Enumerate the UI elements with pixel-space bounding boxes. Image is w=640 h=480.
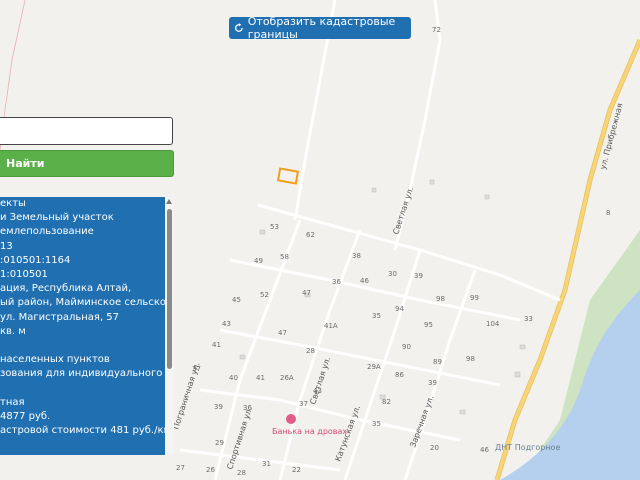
house-number-label: 53 [270, 223, 279, 231]
house-number-label: 31 [262, 460, 271, 468]
info-value: ый район, Майминское сельское [0, 297, 165, 309]
info-row: ация, Республика Алтай, [0, 282, 165, 296]
info-row: ул. Магистральная, 57 [0, 311, 165, 325]
house-number-label: 41А [324, 322, 338, 330]
house-number-label: 20 [430, 444, 439, 452]
house-number-label: 41 [212, 341, 221, 349]
house-number-label: 40 [229, 374, 238, 382]
info-value: населенных пунктов [0, 354, 110, 366]
info-row: и Земельный участок [0, 211, 165, 225]
info-row: 4877 руб. [0, 410, 165, 424]
house-number-label: 94 [395, 305, 404, 313]
info-row: 13 [0, 240, 165, 254]
info-row: :010501:1164 [0, 254, 165, 268]
find-button-label: Найти [6, 157, 45, 170]
info-panel-scrollbar[interactable] [165, 197, 174, 455]
info-row: ый район, Майминское сельское [0, 296, 165, 310]
info-row: зования для индивидуального [0, 367, 165, 381]
house-number-label: 82 [382, 398, 391, 406]
info-value: зования [0, 368, 43, 380]
info-panel: екты и Земельный участок емлепользование 13… [0, 197, 165, 455]
house-number-label: 90 [402, 343, 411, 351]
info-value: ул. Магистральная, 57 [0, 311, 120, 323]
house-number-label: 35 [372, 420, 381, 428]
info-row: екты [0, 197, 165, 211]
house-number-label: 38 [352, 252, 361, 260]
refresh-icon [235, 23, 243, 32]
info-value: астровой стоимости [0, 425, 111, 437]
house-number-label: 35 [372, 312, 381, 320]
cadastral-button-label: Отобразить кадастровые границы [247, 15, 396, 41]
house-number-label: 58 [280, 253, 289, 261]
house-number-label: 52 [260, 291, 269, 299]
house-number-label: 36 [332, 278, 341, 286]
house-number-label: 41 [256, 374, 265, 382]
house-number-label: 86 [395, 371, 404, 379]
info-row: тная [0, 396, 165, 410]
house-number-label: 98 [436, 295, 445, 303]
house-number-label: 46 [360, 277, 369, 285]
house-number-label: 39 [214, 403, 223, 411]
scroll-thumb[interactable] [167, 209, 172, 369]
house-number-label: 89 [433, 358, 442, 366]
info-value: ация, Республика Алтай, [0, 283, 132, 295]
info-row [0, 382, 165, 396]
info-row: астровой стоимости 481 руб./кв. [0, 424, 165, 438]
house-number-label: 47 [302, 289, 311, 297]
info-value: 481 руб./кв. [110, 425, 165, 437]
info-value: 1:010501 [0, 269, 48, 281]
house-number-label: 30 [388, 270, 397, 278]
house-number-label: 98 [466, 355, 475, 363]
house-number-label: 37 [299, 400, 308, 408]
info-row [0, 339, 165, 353]
info-value: емлепользование [0, 226, 94, 238]
house-number-label: 27 [176, 464, 185, 472]
info-value: 4877 руб. [0, 411, 51, 423]
house-number-label: 47 [278, 329, 287, 337]
house-number-label: 46 [480, 446, 489, 454]
house-number-label: 99 [470, 294, 479, 302]
scroll-up-icon[interactable] [166, 199, 172, 204]
info-value: :010501:1164 [0, 254, 71, 266]
poi-sauna-icon[interactable] [286, 414, 296, 424]
house-number-label: 45 [232, 296, 241, 304]
house-number-label: 26 [206, 466, 215, 474]
house-number-label: 39 [414, 272, 423, 280]
info-row: кв. м [0, 325, 165, 339]
show-cadastral-boundaries-button[interactable]: Отобразить кадастровые границы [229, 15, 411, 41]
info-row: 1:010501 [0, 268, 165, 282]
poi-label: ДНТ Подгорное [495, 443, 560, 452]
house-number-label: 22 [292, 466, 301, 474]
house-number-label: 43 [222, 320, 231, 328]
find-button[interactable]: Найти [0, 150, 174, 177]
info-value: Земельный участок [6, 212, 114, 224]
search-input[interactable] [0, 117, 173, 145]
info-value: кв. м [0, 325, 26, 337]
house-number-label: 62 [306, 231, 315, 239]
house-number-label: 49 [254, 257, 263, 265]
house-number-label: 29 [215, 439, 224, 447]
house-number-label: 72 [432, 26, 441, 34]
info-value: екты [0, 198, 26, 209]
house-number-label: 39 [428, 379, 437, 387]
info-value: тная [0, 396, 25, 408]
house-number-label: 29А [367, 363, 381, 371]
house-number-label: 33 [524, 315, 533, 323]
house-number-label: 26А [280, 374, 294, 382]
house-number-label: 95 [424, 321, 433, 329]
house-number-label: 28 [237, 469, 246, 477]
info-value: 13 [0, 240, 13, 252]
house-number-label: 8 [606, 209, 610, 217]
house-number-label: 104 [486, 320, 500, 328]
poi-label: Банька на дровах [272, 427, 347, 436]
info-row: населенных пунктов [0, 353, 165, 367]
house-number-label: 28 [306, 347, 315, 355]
info-value: для индивидуального [42, 368, 163, 380]
info-row: емлепользование [0, 225, 165, 239]
